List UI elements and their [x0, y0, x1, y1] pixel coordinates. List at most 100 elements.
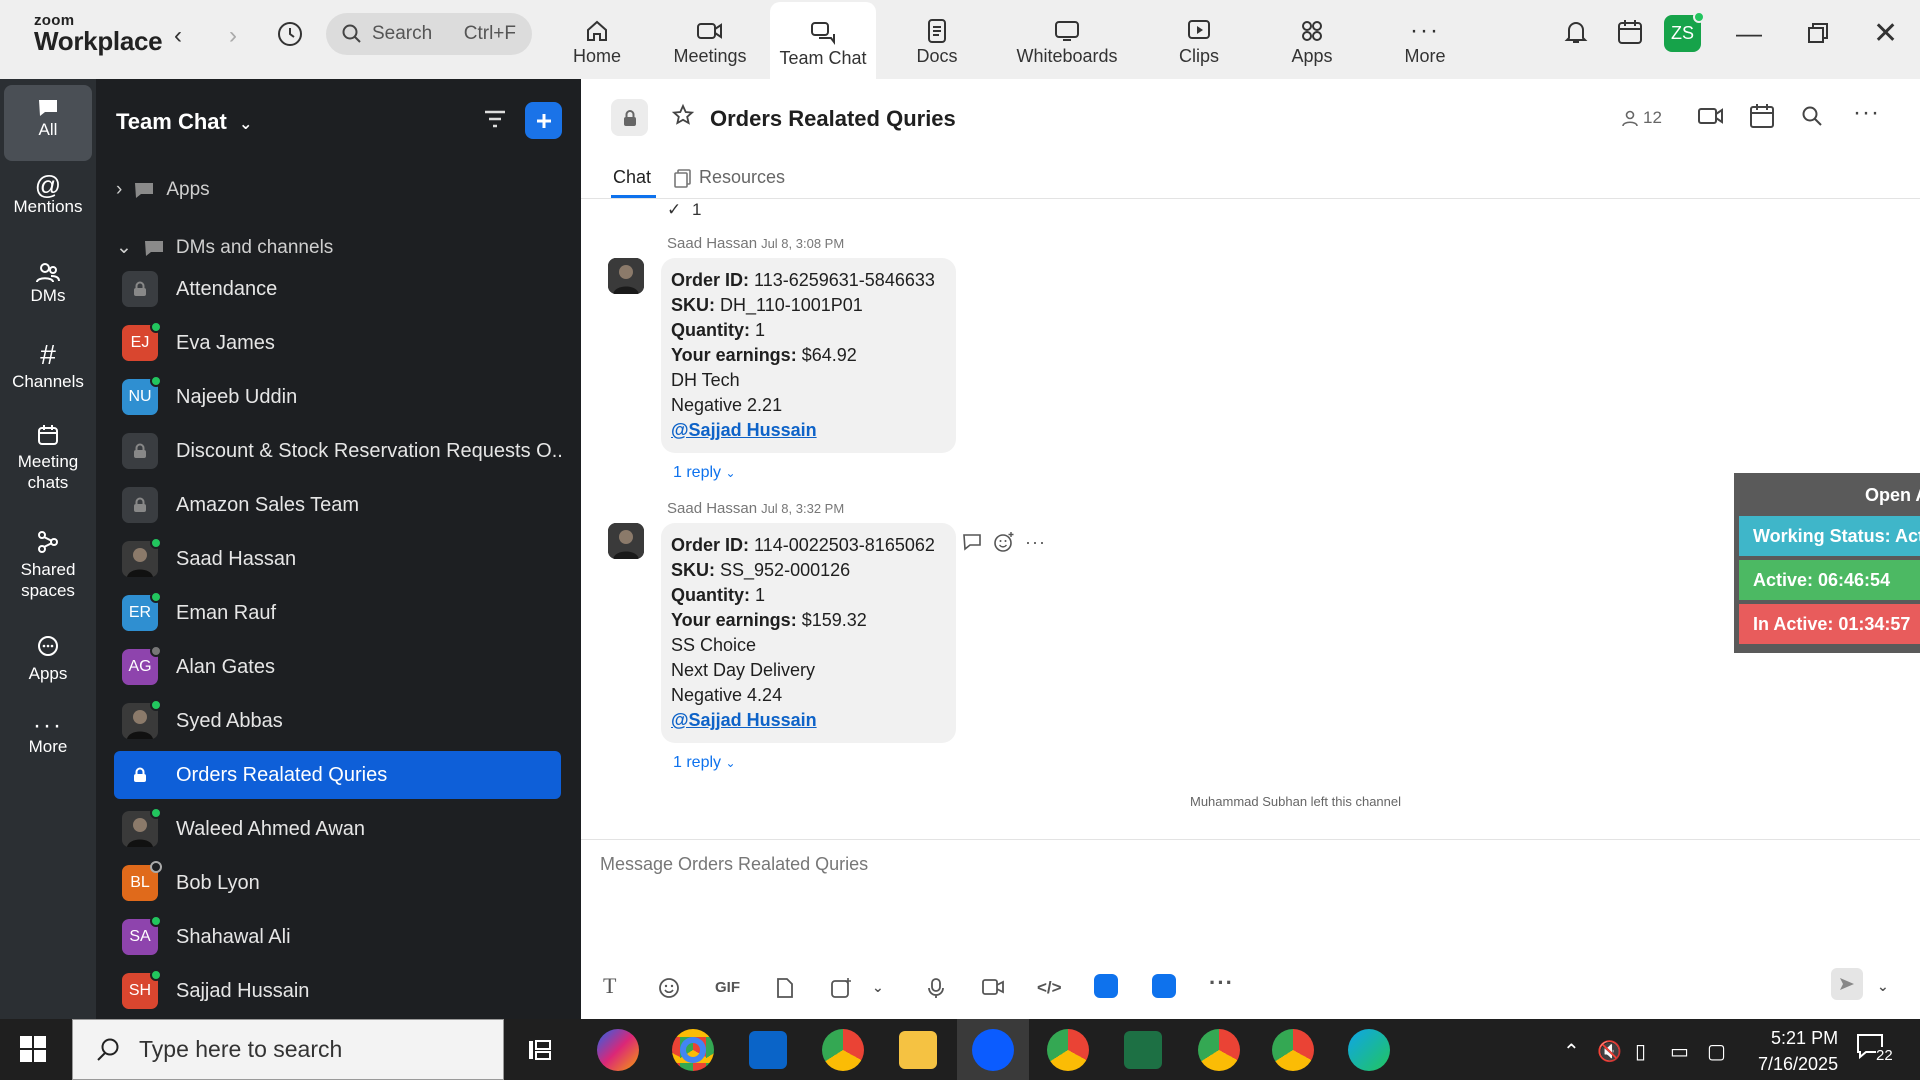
excel-icon[interactable] [1124, 1031, 1162, 1069]
channel-row[interactable]: NU Najeeb Uddin [114, 373, 561, 421]
forward-arrow-icon[interactable]: › [229, 22, 237, 50]
channel-row[interactable]: Attendance [114, 265, 561, 313]
channel-row[interactable]: BL Bob Lyon [114, 859, 561, 907]
chevron-down-icon[interactable]: ⌄ [1877, 978, 1889, 995]
chevron-down-icon[interactable]: ⌄ [872, 979, 884, 996]
message-bubble[interactable]: Order ID: 113-6259631-5846633 SKU: DH_11… [661, 258, 956, 453]
user-avatar[interactable]: ZS [1664, 11, 1705, 52]
file-icon[interactable] [776, 977, 794, 999]
microphone-icon[interactable] [928, 977, 944, 999]
text-format-icon[interactable]: T [603, 973, 616, 999]
rail-item-all[interactable]: All [4, 85, 92, 161]
tab-meetings[interactable]: Meetings [657, 0, 763, 79]
rail-item-channels[interactable]: # Channels [4, 339, 92, 392]
bell-icon[interactable] [1562, 18, 1590, 46]
taskbar-search-input[interactable]: Type here to search [72, 1019, 504, 1080]
more-options-icon[interactable]: ··· [1853, 99, 1880, 127]
reply-thread-link[interactable]: 1 reply ⌄ [673, 754, 736, 772]
battery-icon[interactable]: ▭ [1670, 1039, 1689, 1064]
code-snippet-icon[interactable]: </> [1037, 978, 1062, 998]
tab-home[interactable]: Home [544, 0, 650, 79]
history-icon[interactable] [276, 20, 304, 48]
network-icon[interactable]: ▢ [1707, 1039, 1726, 1064]
channel-row[interactable]: ER Eman Rauf [114, 589, 561, 637]
rail-item-dms[interactable]: DMs [4, 261, 92, 306]
chrome-icon[interactable] [1198, 1029, 1240, 1071]
avatar[interactable] [608, 523, 644, 559]
mention-link[interactable]: @Sajjad Hussain [671, 708, 946, 733]
calendar-icon[interactable] [1749, 103, 1775, 129]
restore-icon[interactable] [1807, 22, 1829, 44]
video-message-icon[interactable] [981, 977, 1005, 997]
channel-title[interactable]: Orders Realated Quries [710, 106, 956, 132]
message-bubble[interactable]: Order ID: 114-0022503-8165062 SKU: SS_95… [661, 523, 956, 743]
calendar-icon[interactable] [1616, 18, 1644, 46]
reply-icon[interactable] [961, 532, 983, 552]
edge-icon[interactable] [1348, 1029, 1390, 1071]
chrome-icon[interactable] [822, 1029, 864, 1071]
tab-more[interactable]: ··· More [1372, 0, 1478, 79]
outlook-icon[interactable] [749, 1031, 787, 1069]
reply-thread-link[interactable]: 1 reply ⌄ [673, 464, 736, 482]
tab-docs[interactable]: Docs [884, 0, 990, 79]
search-input[interactable]: Search Ctrl+F [326, 13, 532, 55]
more-options-icon[interactable]: ··· [1025, 532, 1046, 553]
system-clock[interactable]: 5:21 PM 7/16/2025 [1758, 1025, 1838, 1077]
tab-whiteboards[interactable]: Whiteboards [1007, 0, 1127, 79]
speaker-muted-icon[interactable]: 🔇 [1597, 1039, 1622, 1064]
app-shortcut-icon[interactable] [1152, 974, 1176, 998]
new-chat-button[interactable] [525, 102, 562, 139]
channel-row[interactable]: Saad Hassan [114, 535, 561, 583]
channel-row[interactable]: SH Sajjad Hussain [114, 967, 561, 1015]
avatar[interactable] [608, 258, 644, 294]
channel-row[interactable]: Waleed Ahmed Awan [114, 805, 561, 853]
tab-apps[interactable]: Apps [1259, 0, 1365, 79]
sender-name[interactable]: Saad Hassan [667, 500, 757, 517]
more-options-icon[interactable]: ··· [1209, 970, 1234, 996]
filter-icon[interactable] [482, 107, 508, 131]
chrome-icon[interactable] [1272, 1029, 1314, 1071]
sender-name[interactable]: Saad Hassan [667, 235, 757, 252]
chevron-up-icon[interactable]: ⌃ [1563, 1039, 1580, 1064]
chrome-icon[interactable] [1047, 1029, 1089, 1071]
send-button[interactable] [1831, 968, 1863, 1000]
rail-item-meeting-chats[interactable]: Meeting chats [4, 423, 92, 493]
channel-row[interactable]: Orders Realated Quries [114, 751, 561, 799]
mention-link[interactable]: @Sajjad Hussain [671, 418, 946, 443]
rail-item-mentions[interactable]: @ Mentions [4, 172, 92, 217]
channel-row[interactable]: EJ Eva James [114, 319, 561, 367]
tab-resources[interactable]: Resources [673, 167, 785, 188]
section-dms-and-channels[interactable]: ⌄ DMs and channels [116, 236, 333, 259]
rail-item-apps[interactable]: Apps [4, 635, 92, 684]
tab-team-chat[interactable]: Team Chat [770, 2, 876, 79]
notification-center[interactable]: 22 [1856, 1033, 1893, 1064]
gif-button[interactable]: GIF [715, 979, 740, 996]
tab-chat[interactable]: Chat [613, 167, 651, 188]
channel-row[interactable]: Discount & Stock Reservation Requests O.… [114, 427, 561, 475]
emoji-reaction-icon[interactable] [993, 531, 1015, 553]
back-arrow-icon[interactable]: ‹ [174, 22, 182, 50]
copilot-icon[interactable] [597, 1029, 639, 1071]
app-shortcut-icon[interactable] [1094, 974, 1118, 998]
rail-item-more[interactable]: ··· More [4, 714, 92, 757]
message-composer[interactable]: Message Orders Realated Quries T GIF ⌄ <… [581, 839, 1920, 1019]
section-apps[interactable]: › Apps [116, 179, 210, 201]
channel-row[interactable]: Amazon Sales Team [114, 481, 561, 529]
members-button[interactable]: 12 [1621, 108, 1662, 128]
open-app-button[interactable]: Open A [1865, 485, 1920, 506]
screenshot-icon[interactable] [830, 977, 852, 999]
file-explorer-icon[interactable] [899, 1031, 937, 1069]
video-call-icon[interactable] [1697, 105, 1725, 127]
task-view-icon[interactable] [527, 1038, 553, 1062]
minimize-icon[interactable]: — [1736, 18, 1762, 49]
channel-row[interactable]: Syed Abbas [114, 697, 561, 745]
emoji-icon[interactable] [658, 977, 680, 999]
team-chat-dropdown[interactable]: Team Chat ⌄ [116, 109, 252, 135]
windows-start-icon[interactable] [20, 1036, 46, 1062]
tab-clips[interactable]: Clips [1146, 0, 1252, 79]
zoom-taskbar-button[interactable] [957, 1019, 1029, 1080]
search-icon[interactable] [1801, 105, 1823, 127]
star-icon[interactable] [671, 103, 695, 127]
channel-row[interactable]: SA Shahawal Ali [114, 913, 561, 961]
rail-item-shared-spaces[interactable]: Shared spaces [4, 529, 92, 601]
